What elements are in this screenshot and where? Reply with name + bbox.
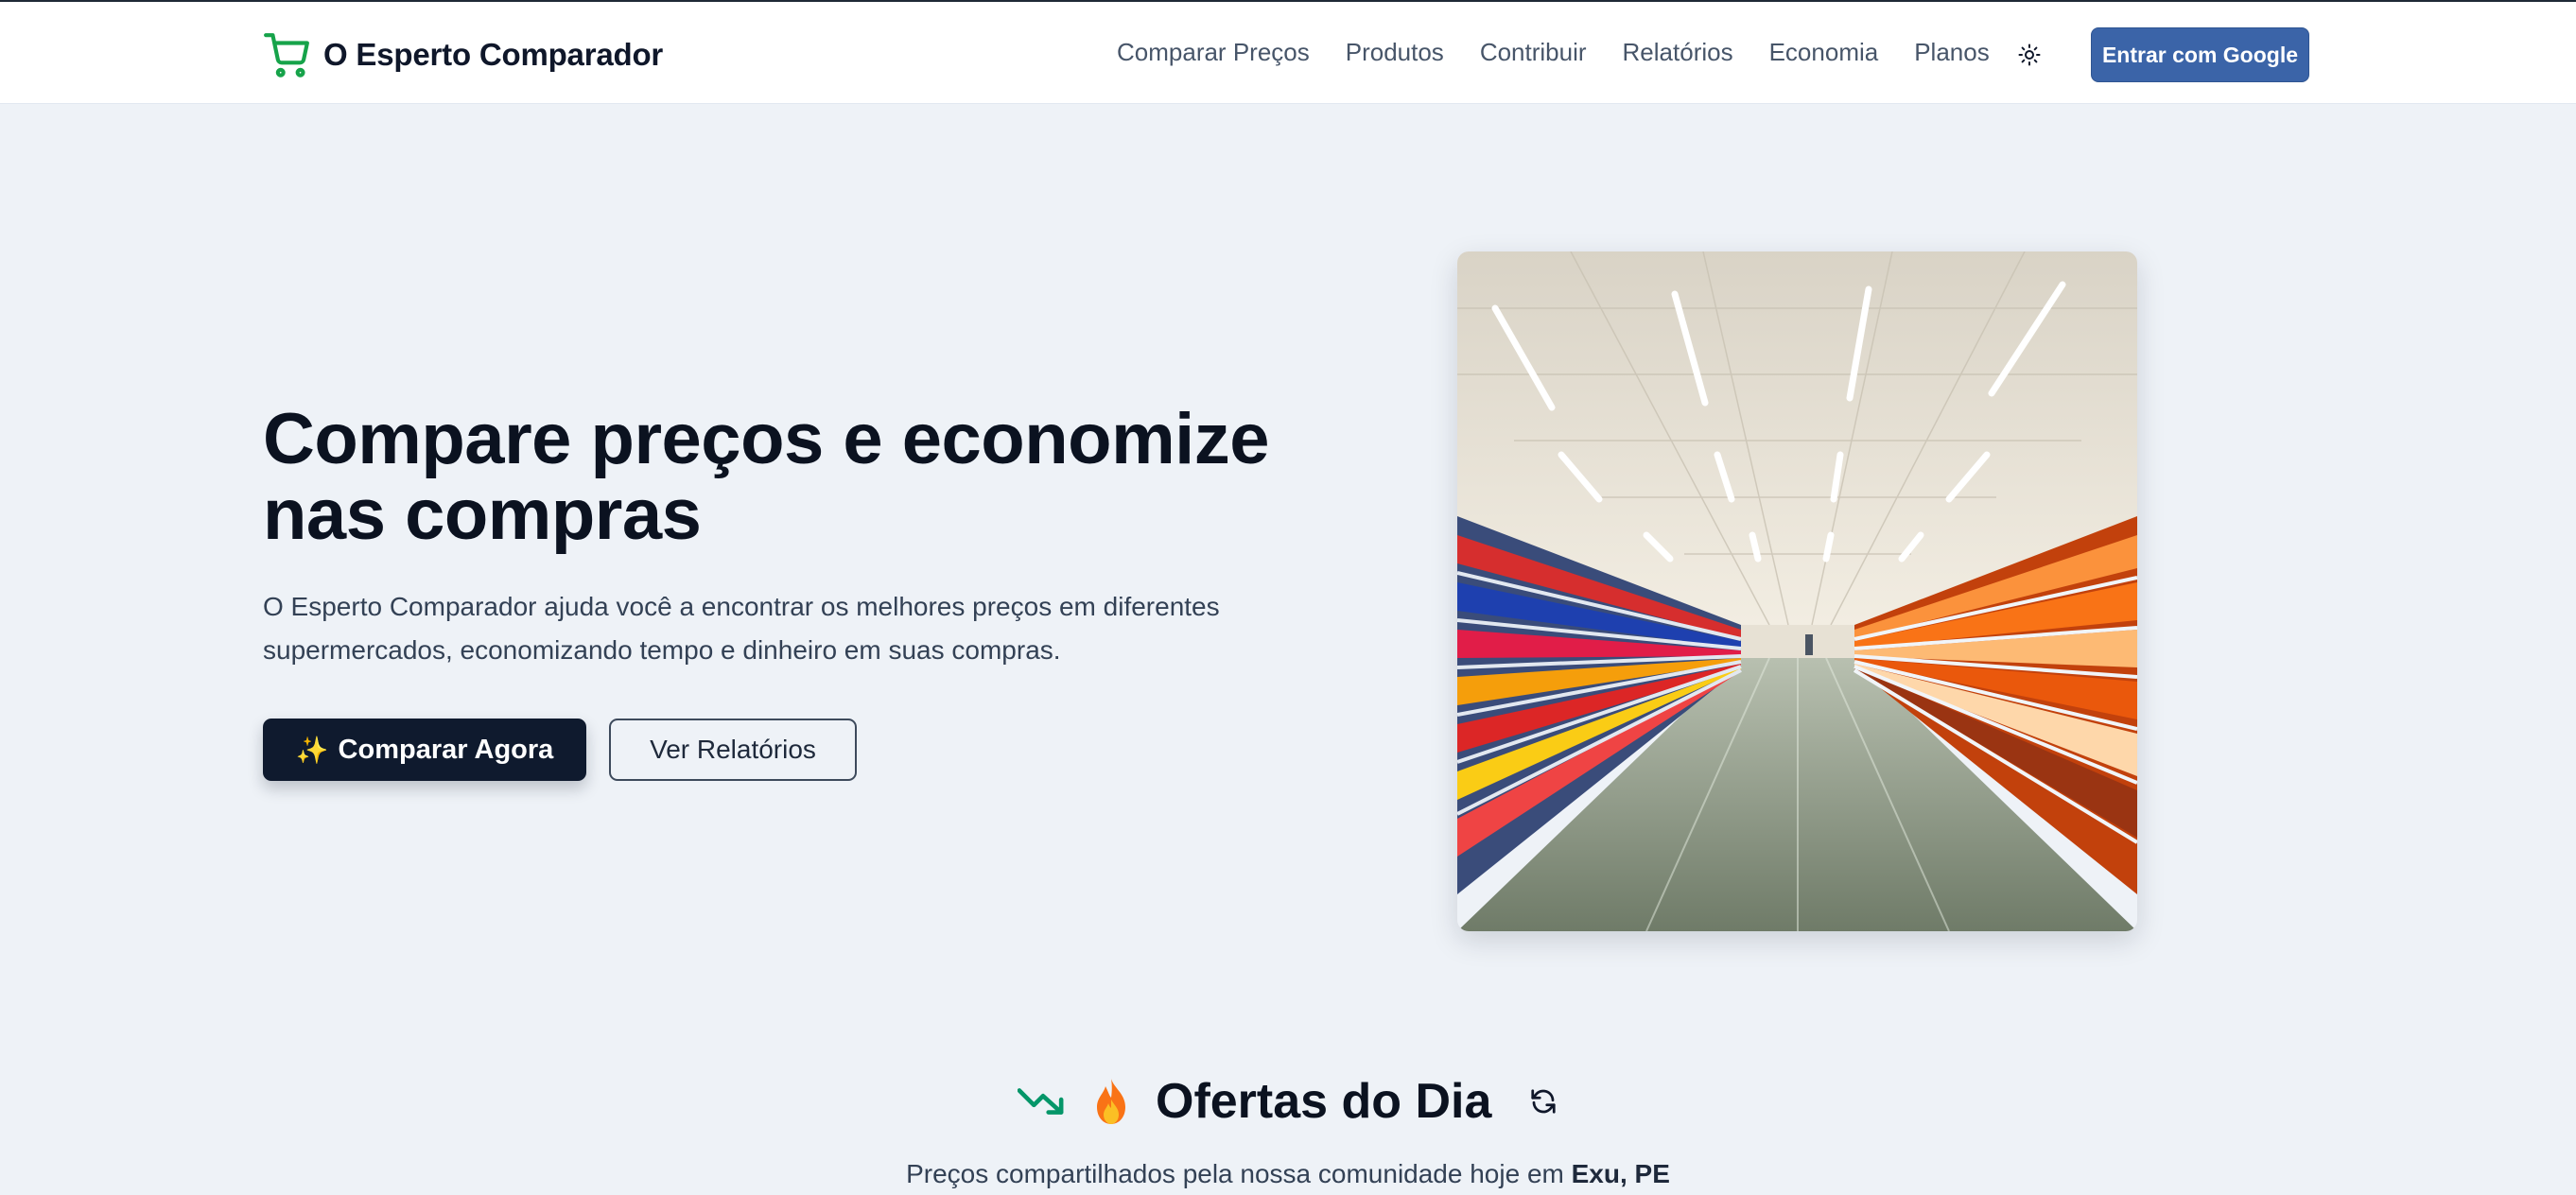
nav-produtos[interactable]: Produtos — [1346, 38, 1444, 67]
brand-name: O Esperto Comparador — [323, 37, 664, 72]
refresh-icon[interactable] — [1529, 1087, 1558, 1116]
nav-relatorios[interactable]: Relatórios — [1623, 38, 1733, 67]
compare-now-button[interactable]: ✨ Comparar Agora — [263, 719, 586, 781]
nav-comparar-precos[interactable]: Comparar Preços — [1117, 38, 1310, 67]
hero-title: Compare preços e economize nas compras — [263, 399, 1270, 555]
shopping-cart-icon — [264, 33, 309, 78]
deals-subtitle: Preços compartilhados pela nossa comunid… — [0, 1159, 2576, 1189]
deals-heading: Ofertas do Dia — [1018, 1068, 1558, 1134]
main-nav: Comparar Preços Produtos Contribuir Rela… — [1117, 38, 1990, 67]
supermarket-aisle-illustration — [1457, 251, 2137, 931]
view-reports-button[interactable]: Ver Relatórios — [609, 719, 857, 781]
hero-subtitle: O Esperto Comparador ajuda você a encont… — [263, 592, 1220, 665]
nav-planos[interactable]: Planos — [1914, 38, 1990, 67]
nav-contribuir[interactable]: Contribuir — [1480, 38, 1587, 67]
theme-toggle-button[interactable] — [2014, 40, 2045, 70]
fire-icon — [1097, 1079, 1125, 1124]
google-login-button[interactable]: Entrar com Google — [2091, 27, 2309, 82]
supermarket-aisle-image — [1457, 251, 2137, 931]
deals-subtitle-text: Preços compartilhados pela nossa comunid… — [906, 1159, 1572, 1188]
trending-down-icon — [1018, 1088, 1064, 1115]
deals-title: Ofertas do Dia — [1156, 1074, 1492, 1129]
sun-icon — [2018, 43, 2041, 66]
nav-economia[interactable]: Economia — [1769, 38, 1879, 67]
top-navbar: O Esperto Comparador Comparar Preços Pro… — [0, 0, 2576, 104]
sparkles-icon: ✨ — [295, 735, 329, 765]
deals-location: Exu, PE — [1571, 1159, 1670, 1188]
brand-logo-link[interactable]: O Esperto Comparador — [263, 28, 663, 81]
compare-now-label: Comparar Agora — [338, 734, 554, 765]
